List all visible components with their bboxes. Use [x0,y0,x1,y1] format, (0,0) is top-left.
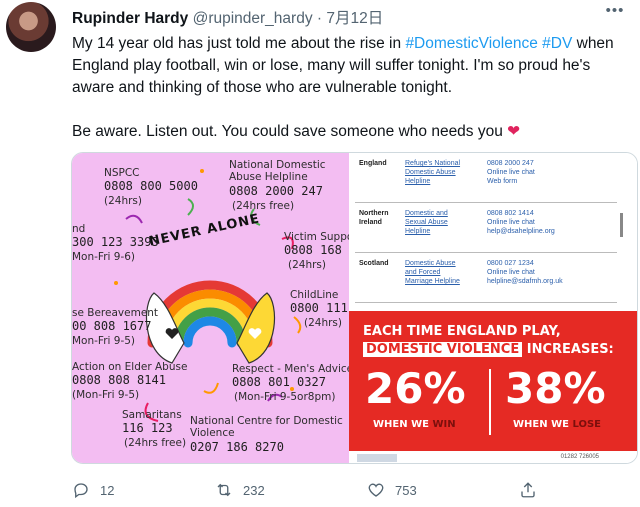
avatar[interactable] [6,2,56,52]
author-name[interactable]: Rupinder Hardy [72,10,188,27]
respect-label: Respect - Men's Advice L [232,363,363,375]
headline-highlight: DOMESTIC VIOLENCE [363,342,523,357]
helpline-country: Northern Ireland [359,210,389,226]
statistics-headline: EACH TIME ENGLAND PLAY, DOMESTIC VIOLENC… [363,323,614,359]
samaritans-hours: (24hrs free) [124,437,187,449]
lose-caption-word: LOSE [572,419,601,430]
helpline-row: Northern Ireland Domestic and Sexual Abu… [355,203,617,253]
retweet-button[interactable]: 232 [215,478,265,502]
headline-end: INCREASES: [522,342,614,357]
heart-icon [368,483,384,497]
share-button[interactable] [519,478,537,502]
hashtag-domestic-violence[interactable]: #DomesticViolence [405,35,537,52]
tweet-media[interactable]: NEVER ALONE NSPCC 0808 800 5000 (24hrs) … [71,152,638,464]
childline-number: 0800 1111 [290,301,356,315]
respect-hours: (Mon-Fri 9-5or8pm) [234,391,336,403]
samaritans-label: Samaritans [122,409,182,421]
footer-logo-icon [357,454,397,462]
tweet-text-part: Be aware. Listen out. You could save som… [72,123,503,140]
elder-abuse-label: Action on Elder Abuse [72,361,188,373]
statistics-banner: EACH TIME ENGLAND PLAY, DOMESTIC VIOLENC… [349,311,637,451]
lose-caption-prefix: WHEN WE [513,419,573,430]
victim-support-label: Victim Suppor [284,231,358,243]
win-caption: WHEN WE WIN [373,419,456,430]
reply-icon [74,483,88,499]
reply-count: 12 [100,482,115,498]
win-caption-prefix: WHEN WE [373,419,433,430]
nspcc-hours: (24hrs) [104,195,142,207]
helpline-name-link: Domestic Abuse and Forced Marriage Helpl… [405,260,460,285]
victim-support-hours: (24hrs) [288,259,326,271]
share-icon [521,482,535,498]
poster-helplines: England Refuge's National Domestic Abuse… [349,153,637,463]
left-partial-number: 300 123 3393 [72,235,159,249]
reply-button[interactable]: 12 [72,478,114,502]
tweet-text-part: My 14 year old has just told me about th… [72,35,406,52]
samaritans-number: 116 123 [122,421,173,435]
ncdv-number: 0207 186 8270 [190,440,284,454]
win-percentage: 26% [365,364,466,413]
tweet-actions: 12 232 753 [72,478,632,502]
helpline-contact: 0808 2000 247 Online live chat Web form [487,160,535,185]
bereavement-number: 00 808 1677 [72,319,152,333]
childline-label: ChildLine [290,289,339,301]
poster-scrollbar [620,213,623,237]
nspcc-label: NSPCC [104,167,140,179]
header-separator: · [316,10,323,27]
left-partial-hours: Mon-Fri 9-6) [72,251,136,263]
heart-emoji-icon: ❤ [507,123,521,140]
like-button[interactable]: 753 [367,478,417,502]
tweet-date[interactable]: 7月12日 [326,10,383,27]
more-options-icon[interactable]: ••• [604,3,626,24]
tweet-paragraph-1: My 14 year old has just told me about th… [72,33,632,99]
retweet-icon [217,483,231,497]
elder-abuse-hours: (Mon-Fri 9-5) [72,389,140,401]
like-count: 753 [395,482,417,498]
helpline-country: Scotland [359,260,389,267]
childline-hours: (24hrs) [304,317,342,329]
headline-line-1: EACH TIME ENGLAND PLAY, [363,324,561,339]
respect-number: 0808 801 0327 [232,375,326,389]
win-caption-word: WIN [432,419,456,430]
nda-number: 0808 2000 247 [229,184,323,198]
nda-hours: (24hrs free) [232,200,295,212]
hashtag-dv[interactable]: #DV [542,35,572,52]
tweet-paragraph-2: Be aware. Listen out. You could save som… [72,121,632,143]
helpline-contact: 0800 027 1234 Online live chat helpline@… [487,260,563,285]
helpline-row: Scotland Domestic Abuse and Forced Marri… [355,253,617,303]
lose-caption: WHEN WE LOSE [513,419,601,430]
bereavement-label: se Bereavement [72,307,159,319]
tweet-text: My 14 year old has just told me about th… [72,33,632,165]
victim-support-number: 0808 168 9 [284,243,357,257]
ncdv-label: National Centre for Domestic Violence [190,415,343,439]
retweet-count: 232 [243,482,265,498]
nda-label: National Domestic Abuse Helpline [229,159,326,183]
poster-footer: 01282 726005 [349,451,637,463]
left-partial-label: nd [72,223,86,235]
helpline-contact: 0808 802 1414 Online live chat help@dsah… [487,210,555,235]
helpline-row: England Refuge's National Domestic Abuse… [355,153,617,203]
helpline-name-link: Refuge's National Domestic Abuse Helplin… [405,160,461,185]
bereavement-hours: Mon-Fri 9-5) [72,335,136,347]
helpline-name-link: Domestic and Sexual Abuse Helpline [405,210,448,235]
footer-text: 01282 726005 [560,454,599,460]
tweet-header: Rupinder Hardy @rupinder_hardy · 7月12日 [72,6,630,28]
elder-abuse-number: 0808 808 8141 [72,373,166,387]
nspcc-number: 0808 800 5000 [104,179,198,193]
author-handle[interactable]: @rupinder_hardy [193,10,313,27]
helpline-country: England [359,160,387,167]
lose-percentage: 38% [505,364,606,413]
poster-never-alone: NEVER ALONE NSPCC 0808 800 5000 (24hrs) … [72,153,362,463]
stat-divider [489,369,491,435]
